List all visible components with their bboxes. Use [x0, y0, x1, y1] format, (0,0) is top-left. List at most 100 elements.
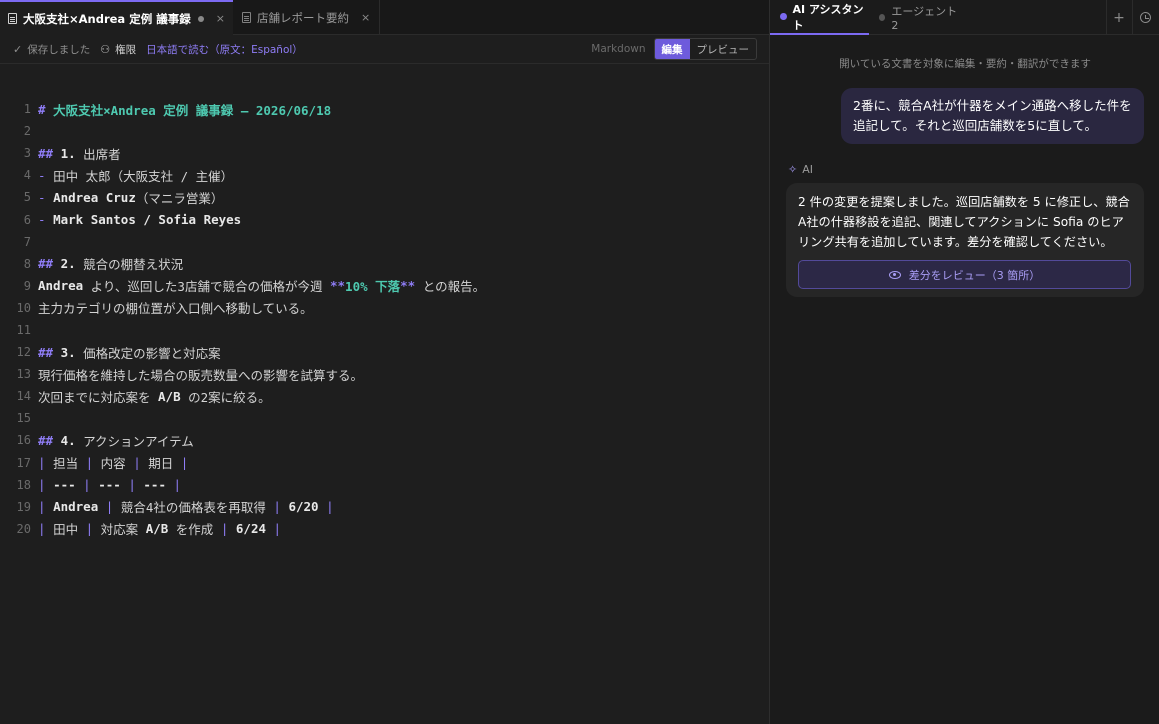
permissions-label: 権限 — [115, 43, 137, 56]
code-token: 出席者 — [83, 146, 121, 162]
tab-agent-2[interactable]: エージェント 2 — [869, 0, 961, 35]
tab-store-report[interactable]: 店舗レポート要約 × — [234, 0, 380, 35]
code-line[interactable]: 8 ## 2. 競合の棚替え状況 — [0, 253, 769, 275]
code-token: ** — [400, 278, 416, 294]
code-token: 6/20 — [288, 499, 327, 515]
code-token: 内容 — [100, 456, 134, 472]
code-token: 2. — [60, 256, 84, 272]
permissions-button[interactable]: ⚇ 権限 — [100, 42, 136, 57]
line-number: 16 — [16, 433, 31, 448]
tab-minutes[interactable]: 大阪支社×Andrea 定例 議事録 × — [0, 0, 233, 35]
save-status: ✓ 保存しました — [13, 42, 90, 57]
line-number: 1 — [23, 102, 31, 117]
tab-ai-assistant[interactable]: AI アシスタント — [770, 0, 869, 35]
code-token: | — [38, 499, 54, 515]
code-token: 田中 — [53, 522, 86, 538]
code-token: --- — [143, 477, 174, 493]
code-line[interactable]: 15 — [0, 407, 769, 429]
code-token: | — [38, 521, 54, 537]
line-number: 9 — [23, 278, 31, 293]
tab-label: 店舗レポート要約 — [257, 10, 349, 25]
code-token: | — [326, 499, 334, 515]
document-icon — [242, 12, 251, 23]
ai-sender-label: ✧ AI — [788, 163, 813, 176]
code-line[interactable]: 14 次回までに対応案を A/B の2案に絞る。 — [0, 385, 769, 407]
close-icon[interactable]: × — [361, 11, 370, 24]
edit-mode-button[interactable]: 編集 — [654, 39, 690, 59]
line-number: 14 — [16, 389, 31, 404]
code-token: を作成 — [168, 522, 221, 538]
translate-link[interactable]: 日本語で読む（原文：Español） — [146, 42, 303, 57]
code-token: アクションアイテム — [83, 433, 194, 449]
code-token: 現行価格を維持した場合の販売数量への影響を試算する。 — [38, 367, 364, 383]
code-line[interactable]: 20 | 田中 | 対応案 A/B を作成 | 6/24 | — [0, 518, 769, 540]
code-token: （マニラ営業） — [135, 190, 224, 206]
code-line[interactable]: 7 — [0, 231, 769, 253]
code-line[interactable]: 11 — [0, 319, 769, 341]
close-icon[interactable]: × — [216, 12, 225, 25]
markdown-editor[interactable]: 1 # 大阪支社×Andrea 定例 議事録 — 2026/06/18 2 3 ## 1… — [0, 98, 769, 540]
code-line[interactable]: 18 | --- | --- | --- | — [0, 474, 769, 496]
code-token: 1. — [60, 145, 84, 161]
code-token: | — [133, 455, 149, 471]
tab-label: AI アシスタント — [792, 2, 864, 32]
code-token: 価格改定の影響と対応案 — [83, 345, 221, 361]
line-number: 3 — [23, 146, 31, 161]
editor-pane: 大阪支社×Andrea 定例 議事録 × 店舗レポート要約 × ✓ 保存しました… — [0, 0, 769, 724]
save-status-text: 保存しました — [27, 43, 91, 56]
code-token: | — [85, 455, 101, 471]
code-line[interactable]: 9 Andrea より、巡回した3店舗で競合の価格が今週 ** 10% 下落 ** と… — [0, 275, 769, 297]
code-token: ## — [38, 256, 61, 272]
line-number: 10 — [16, 300, 31, 315]
tab-label: 大阪支社×Andrea 定例 議事録 — [23, 11, 191, 26]
line-number: 4 — [23, 168, 31, 183]
code-token: 対応案 — [100, 522, 146, 538]
code-token: 3. — [60, 344, 84, 360]
unsaved-dot-icon — [197, 15, 204, 22]
code-line[interactable]: 6- Mark Santos / Sofia Reyes — [0, 208, 769, 230]
users-icon: ⚇ — [100, 42, 111, 56]
code-token: --- — [53, 477, 84, 493]
line-number: 8 — [23, 256, 31, 271]
code-line[interactable]: 4- 田中 太郎（大阪支社 / 主催） — [0, 164, 769, 186]
code-line[interactable]: 1 # 大阪支社×Andrea 定例 議事録 — 2026/06/18 — [0, 98, 769, 120]
code-token: Mark Santos / Sofia Reyes — [53, 212, 242, 228]
code-line[interactable]: 3 ## 1. 出席者 — [0, 142, 769, 164]
line-number: 20 — [16, 521, 31, 536]
line-number: 11 — [16, 322, 31, 337]
code-token: Andrea — [38, 278, 84, 294]
code-token: | — [273, 521, 282, 537]
new-chat-plus-icon[interactable]: + — [1106, 0, 1131, 35]
assistant-pane: AI アシスタント エージェント 2 + 開いている文書を対象に編集・要約・翻訳… — [769, 0, 1159, 724]
code-token: | — [83, 477, 99, 493]
code-token: - — [38, 189, 54, 205]
code-line[interactable]: 17 | 担当 | 内容 | 期日 | — [0, 452, 769, 474]
code-line[interactable]: 19 | Andrea | 競合4社の価格表を再取得 | 6/20 | — [0, 496, 769, 518]
code-token: 期日 — [148, 456, 181, 472]
line-number: 18 — [16, 477, 31, 492]
code-line[interactable]: 13 現行価格を維持した場合の販売数量への影響を試算する。 — [0, 363, 769, 385]
code-line[interactable]: 10 主力カテゴリの棚位置が入口側へ移動している。 — [0, 297, 769, 319]
code-token: | — [105, 499, 121, 515]
line-number: 17 — [16, 455, 31, 470]
code-token: 競合4社の価格表を再取得 — [120, 500, 274, 516]
history-clock-icon[interactable] — [1132, 0, 1157, 35]
view-mode-group: Markdown 編集 プレビュー — [591, 38, 757, 60]
ai-name: AI — [802, 163, 813, 176]
code-token: - — [38, 167, 54, 183]
code-token: Andrea — [53, 499, 106, 515]
code-line[interactable]: 16 ## 4. アクションアイテム — [0, 429, 769, 451]
code-token: 6/24 — [235, 521, 274, 537]
preview-mode-button[interactable]: プレビュー — [690, 39, 757, 59]
review-diff-button[interactable]: 差分をレビュー（3 箇所） — [798, 260, 1131, 289]
check-icon: ✓ — [13, 42, 23, 56]
code-line[interactable]: 5- Andrea Cruz （マニラ営業） — [0, 186, 769, 208]
code-line[interactable]: 2 — [0, 120, 769, 142]
code-token: 大阪支社×Andrea 定例 議事録 — 2026/06/18 — [53, 102, 332, 118]
code-token: | — [38, 477, 54, 493]
code-line[interactable]: 12 ## 3. 価格改定の影響と対応案 — [0, 341, 769, 363]
document-icon — [8, 13, 17, 24]
code-token: 次回までに対応案を — [38, 389, 159, 405]
line-number: 5 — [23, 190, 31, 205]
ai-message-text: 2 件の変更を提案しました。巡回店舗数を 5 に修正し、競合A社の什器移設を追記… — [798, 195, 1130, 249]
